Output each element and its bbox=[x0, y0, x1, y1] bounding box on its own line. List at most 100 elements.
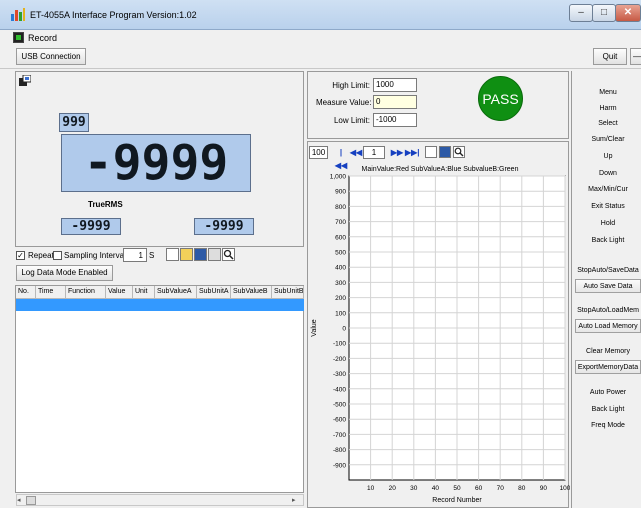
command-button-14[interactable]: Auto Load Memory bbox=[575, 319, 641, 333]
next-page-button[interactable]: ▶▶ bbox=[390, 146, 404, 159]
y-axis-label: Value bbox=[311, 319, 318, 336]
y-tick-label: 1,000 bbox=[330, 174, 347, 181]
command-button-12[interactable]: Auto Save Data bbox=[575, 279, 641, 293]
y-tick-label: -400 bbox=[333, 386, 346, 393]
y-tick-label: 300 bbox=[335, 280, 346, 287]
high-limit-input[interactable]: 1000 bbox=[373, 78, 417, 92]
save-icon[interactable] bbox=[194, 248, 207, 261]
command-button-19[interactable]: Freq Mode bbox=[575, 418, 641, 432]
repeat-label: Repeat bbox=[28, 251, 54, 260]
interval-input[interactable]: 1 bbox=[123, 248, 147, 262]
print-icon[interactable] bbox=[208, 248, 221, 261]
minimize-button[interactable]: – bbox=[569, 4, 593, 22]
column-header[interactable]: Unit bbox=[133, 286, 155, 299]
horizontal-scrollbar[interactable] bbox=[16, 494, 304, 506]
x-tick-label: 80 bbox=[518, 485, 526, 492]
low-limit-label: Low Limit: bbox=[333, 116, 370, 125]
chart-save-icon[interactable] bbox=[439, 146, 451, 158]
open-folder-icon[interactable] bbox=[180, 248, 193, 261]
maximize-button[interactable]: □ bbox=[592, 4, 616, 22]
command-button-15[interactable]: Clear Memory bbox=[575, 344, 641, 358]
x-tick-label: 40 bbox=[432, 485, 440, 492]
x-tick-label: 10 bbox=[367, 485, 375, 492]
page-size-input[interactable]: 100 bbox=[309, 146, 328, 159]
y-tick-label: -900 bbox=[333, 462, 346, 469]
page-number-input[interactable]: 1 bbox=[363, 146, 385, 159]
menu-item-record[interactable]: Record bbox=[28, 33, 57, 43]
y-tick-label: -600 bbox=[333, 417, 346, 424]
command-button-6[interactable]: Down bbox=[575, 166, 641, 180]
high-limit-label: High Limit: bbox=[332, 81, 370, 90]
close-button[interactable]: ✕ bbox=[615, 4, 641, 22]
scroll-thumb[interactable] bbox=[26, 496, 36, 505]
command-button-7[interactable]: Max/Min/Cur bbox=[575, 182, 641, 196]
x-tick-label: 90 bbox=[540, 485, 548, 492]
command-button-11[interactable]: StopAuto/SaveData bbox=[575, 263, 641, 277]
interval-unit: S bbox=[149, 251, 155, 260]
x-tick-label: 50 bbox=[453, 485, 461, 492]
lcd-secondary-display: 999 bbox=[59, 113, 89, 132]
x-axis-label: Record Number bbox=[432, 497, 482, 504]
low-limit-input[interactable]: -1000 bbox=[373, 113, 417, 127]
menu-bar bbox=[0, 30, 641, 45]
command-button-9[interactable]: Hold bbox=[575, 216, 641, 230]
command-button-18[interactable]: Back Light bbox=[575, 402, 641, 416]
log-data-mode-button[interactable]: Log Data Mode Enabled bbox=[16, 265, 113, 281]
measure-value-input[interactable]: 0 bbox=[373, 95, 417, 109]
previous-page-button[interactable]: ◀◀ bbox=[349, 146, 363, 159]
window-title: ET-4055A Interface Program Version:1.02 bbox=[30, 10, 197, 20]
y-tick-label: -800 bbox=[333, 447, 346, 454]
lcd-sub-display-a: -9999 bbox=[61, 218, 121, 235]
x-tick-label: 60 bbox=[475, 485, 483, 492]
column-header[interactable]: Value bbox=[106, 286, 133, 299]
chart-zoom-icon[interactable] bbox=[453, 146, 465, 158]
toolbar-divider bbox=[0, 68, 641, 69]
first-page-button[interactable]: |◀◀ bbox=[334, 146, 348, 170]
command-button-13[interactable]: StopAuto/LoadMem bbox=[575, 303, 641, 317]
overflow-button[interactable]: — bbox=[630, 48, 641, 65]
column-header[interactable]: No. bbox=[16, 286, 36, 299]
y-tick-label: 400 bbox=[335, 265, 346, 272]
command-button-3[interactable]: Select bbox=[575, 116, 641, 130]
table-row[interactable] bbox=[16, 299, 304, 311]
sampling-interval-label: Sampling Interval bbox=[64, 251, 126, 260]
command-button-10[interactable]: Back Light bbox=[575, 233, 641, 247]
column-header[interactable]: Function bbox=[66, 286, 106, 299]
x-tick-label: 20 bbox=[389, 485, 397, 492]
command-button-2[interactable]: Harm bbox=[575, 101, 641, 115]
command-button-1[interactable]: Menu bbox=[575, 85, 641, 99]
y-tick-label: -200 bbox=[333, 356, 346, 363]
x-tick-label: 30 bbox=[410, 485, 418, 492]
command-button-5[interactable]: Up bbox=[575, 149, 641, 163]
app-icon bbox=[11, 8, 25, 21]
column-header[interactable]: SubValueB bbox=[231, 286, 272, 299]
lcd-sub-display-b: -9999 bbox=[194, 218, 254, 235]
usb-connection-button[interactable]: USB Connection bbox=[16, 48, 86, 65]
column-header[interactable]: Time bbox=[36, 286, 66, 299]
column-header[interactable]: SubUnitB bbox=[272, 286, 304, 299]
column-header[interactable]: SubUnitA bbox=[197, 286, 231, 299]
y-tick-label: 200 bbox=[335, 295, 346, 302]
command-button-8[interactable]: Exit Status bbox=[575, 199, 641, 213]
data-table bbox=[15, 285, 304, 493]
x-tick-label: 70 bbox=[497, 485, 505, 492]
y-tick-label: -500 bbox=[333, 402, 346, 409]
scroll-right-icon[interactable]: ▸ bbox=[292, 496, 300, 505]
new-file-icon[interactable] bbox=[166, 248, 179, 261]
column-header[interactable]: SubValueA bbox=[155, 286, 197, 299]
zoom-icon[interactable] bbox=[222, 248, 235, 261]
quit-button[interactable]: Quit bbox=[593, 48, 627, 65]
y-tick-label: 700 bbox=[335, 219, 346, 226]
pass-indicator: PASS bbox=[478, 76, 523, 121]
repeat-checkbox[interactable]: ✓ bbox=[16, 251, 25, 260]
measure-value-label: Measure Value: bbox=[316, 98, 372, 107]
command-button-4[interactable]: Sum/Clear bbox=[575, 132, 641, 146]
y-tick-label: 600 bbox=[335, 234, 346, 241]
y-tick-label: 0 bbox=[342, 326, 346, 333]
command-button-17[interactable]: Auto Power bbox=[575, 385, 641, 399]
sampling-interval-checkbox[interactable] bbox=[53, 251, 62, 260]
chart-new-icon[interactable] bbox=[425, 146, 437, 158]
command-button-16[interactable]: ExportMemoryData bbox=[575, 360, 641, 374]
last-page-button[interactable]: ▶▶| bbox=[405, 146, 420, 159]
scroll-left-icon[interactable]: ◂ bbox=[17, 496, 25, 505]
